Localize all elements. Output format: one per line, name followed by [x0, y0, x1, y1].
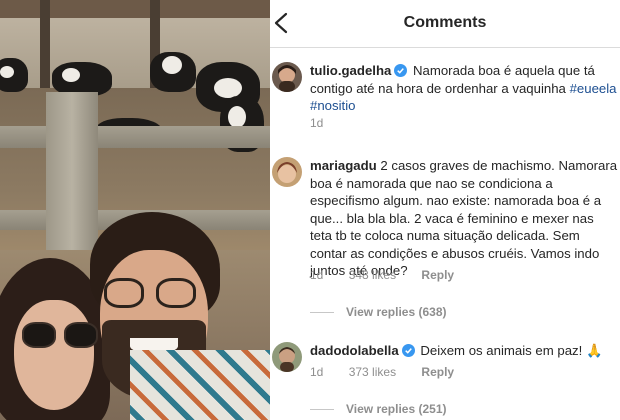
- comment-time: 1d: [310, 365, 324, 379]
- divider-line: [310, 312, 334, 314]
- avatar-tulio-icon: [272, 62, 302, 92]
- view-replies-button[interactable]: View replies (251): [310, 402, 447, 416]
- post-photo: [0, 0, 270, 420]
- comment-username[interactable]: mariagadu: [310, 158, 377, 173]
- cow: [150, 52, 196, 92]
- comment-meta: 1d: [310, 116, 345, 130]
- page-title: Comments: [403, 14, 487, 31]
- patterned-shirt: [130, 350, 270, 420]
- comment-likes[interactable]: 373 likes: [349, 365, 396, 379]
- fence-rail: [0, 126, 270, 148]
- barn-post: [40, 0, 50, 90]
- verified-badge-icon: [401, 344, 415, 357]
- comment-meta: 1d 348 likes Reply: [310, 268, 476, 282]
- comment-time: 1d: [310, 116, 324, 130]
- avatar[interactable]: [272, 342, 302, 372]
- comment-likes[interactable]: 348 likes: [349, 268, 396, 282]
- view-replies-button[interactable]: View replies (638): [310, 305, 447, 319]
- avatar-mariagadu-icon: [272, 157, 302, 187]
- avatar[interactable]: [272, 157, 302, 187]
- view-replies-label: View replies (251): [346, 402, 447, 416]
- avatar[interactable]: [272, 62, 302, 92]
- cow: [52, 62, 112, 96]
- comment-username[interactable]: dadodolabella: [310, 343, 399, 358]
- comment-time: 1d: [310, 268, 324, 282]
- comment-meta: 1d 373 likes Reply: [310, 365, 476, 379]
- divider-line: [310, 409, 334, 411]
- cow: [0, 58, 28, 92]
- woman-face: [14, 300, 94, 410]
- eyeglasses: [104, 278, 204, 314]
- view-replies-label: View replies (638): [346, 305, 447, 319]
- reply-button[interactable]: Reply: [421, 365, 454, 379]
- comment-text: 2 casos graves de machismo. Namorara boa…: [310, 158, 618, 278]
- verified-badge-icon: [394, 64, 408, 77]
- reply-button[interactable]: Reply: [421, 268, 454, 282]
- comment-text: Deixem os animais em paz! 🙏: [420, 343, 603, 358]
- top-bar: Comments: [270, 0, 620, 48]
- comments-panel: Comments tulio.gadelha Namorada boa é aq…: [270, 0, 620, 420]
- sunglasses: [18, 318, 100, 348]
- avatar-dadodolabella-icon: [272, 342, 302, 372]
- comment-username[interactable]: tulio.gadelha: [310, 63, 391, 78]
